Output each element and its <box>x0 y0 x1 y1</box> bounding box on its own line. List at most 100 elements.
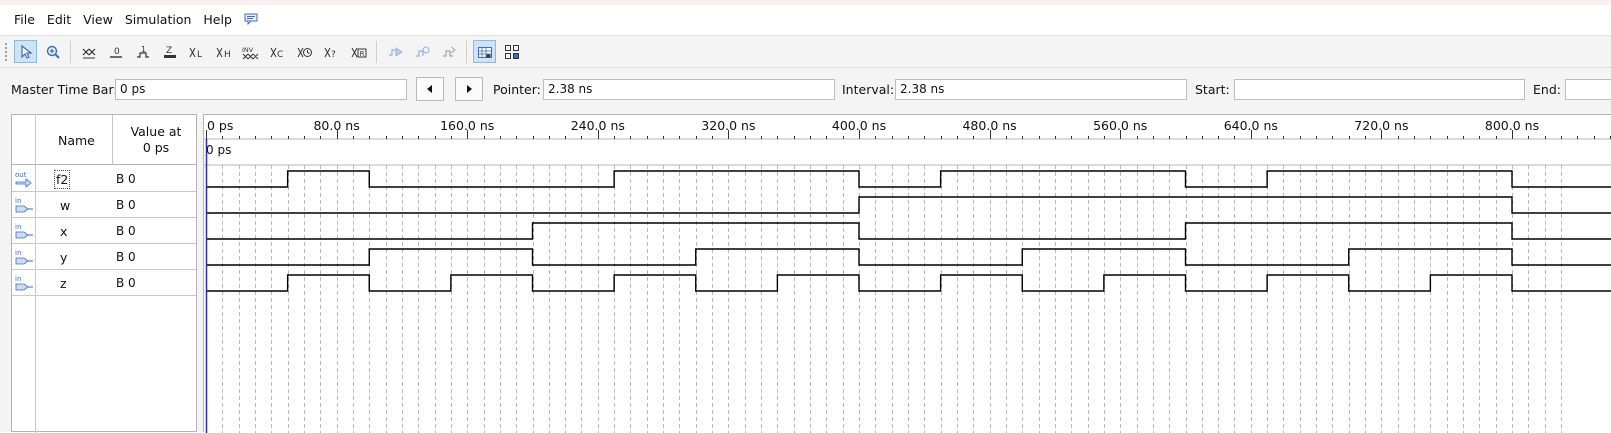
count-value-button[interactable]: C <box>266 40 289 63</box>
generate-netlist-icon <box>442 46 456 57</box>
master-time-bar-field[interactable]: 0 ps <box>115 79 407 100</box>
menu-help[interactable]: Help <box>197 12 238 27</box>
signal-row-x[interactable]: in x B 0 <box>12 218 196 244</box>
clock-button[interactable] <box>293 40 316 63</box>
zoom-tool-button[interactable] <box>41 40 64 63</box>
menu-simulation[interactable]: Simulation <box>119 12 198 27</box>
run-timing-simulation-button[interactable] <box>410 40 433 63</box>
signal-row-w[interactable]: in w B 0 <box>12 192 196 218</box>
forcing-low-icon: 0 <box>109 47 122 58</box>
count-value-icon: C <box>270 47 283 60</box>
grid-icon <box>504 44 519 59</box>
master-time-bar-marker-label: 0 ps <box>206 143 231 157</box>
signal-value: B 0 <box>116 172 136 186</box>
svg-text:in: in <box>15 223 21 231</box>
invert-icon: INV <box>242 46 258 59</box>
signal-name: f2 <box>53 170 71 189</box>
toolbar-separator <box>70 40 71 63</box>
svg-text:in: in <box>15 197 21 205</box>
value-header-line1: Value at <box>130 124 182 139</box>
zoom-tool-icon <box>46 45 60 59</box>
output-pin-icon: out <box>15 171 32 188</box>
signal-row-y[interactable]: in y B 0 <box>12 244 196 270</box>
svg-text:C: C <box>277 50 283 60</box>
selection-tool-button[interactable] <box>14 40 37 63</box>
signal-names-panel: Name Value at 0 ps out f2 B 0 in w B 0 i… <box>11 114 197 433</box>
value-header-line2: 0 ps <box>142 140 170 155</box>
svg-text:0: 0 <box>114 47 120 57</box>
interval-label: Interval: <box>842 82 895 97</box>
arbitrary-value-icon: ? <box>324 47 336 60</box>
selection-tool-icon <box>20 44 33 59</box>
run-functional-simulation-button[interactable] <box>383 40 406 63</box>
feedback-icon[interactable] <box>244 13 258 25</box>
waveform-toolbar: 0 1 Z L H INV C ? R <box>0 35 1611 68</box>
ruler-tick-label: 480.0 ns <box>962 118 1016 133</box>
weak-low-icon: L <box>189 47 202 60</box>
toolbar-grip[interactable] <box>4 41 8 62</box>
master-time-bar-label: Master Time Bar: <box>11 82 118 97</box>
start-field[interactable] <box>1234 79 1525 100</box>
svg-text:out: out <box>15 171 27 179</box>
input-pin-icon: in <box>15 197 33 213</box>
forcing-high-button[interactable]: 1 <box>131 40 154 63</box>
svg-text:Z: Z <box>166 46 172 56</box>
signal-row-z[interactable]: in z B 0 <box>12 270 196 296</box>
names-header: Name Value at 0 ps <box>12 115 196 165</box>
toolbar-separator <box>376 40 377 63</box>
signal-name: x <box>60 224 68 239</box>
name-column-header[interactable]: Name <box>58 133 95 148</box>
svg-text:L: L <box>197 50 202 60</box>
forcing-unknown-icon <box>82 48 95 58</box>
svg-text:in: in <box>15 275 21 283</box>
clock-icon <box>297 47 312 57</box>
end-field[interactable] <box>1565 79 1611 100</box>
menu-view[interactable]: View <box>77 12 119 27</box>
previous-transition-button[interactable] <box>416 77 444 101</box>
arrow-left-icon <box>427 85 432 93</box>
svg-text:H: H <box>224 50 231 60</box>
interval-field[interactable]: 2.38 ns <box>895 79 1187 100</box>
ruler-tick-label: 240.0 ns <box>571 118 625 133</box>
svg-text:R: R <box>359 49 364 57</box>
generate-netlist-button[interactable] <box>437 40 460 63</box>
ruler-tick-label: 800.0 ns <box>1485 118 1539 133</box>
weak-high-button[interactable]: H <box>212 40 235 63</box>
menu-edit[interactable]: Edit <box>41 12 77 27</box>
ruler-tick-label: 720.0 ns <box>1354 118 1408 133</box>
ruler-tick-label: 400.0 ns <box>832 118 886 133</box>
arbitrary-value-button[interactable]: ? <box>320 40 343 63</box>
run-timing-simulation-icon <box>415 46 429 57</box>
signal-value: B 0 <box>116 276 136 290</box>
forcing-high-icon: 1 <box>136 45 149 58</box>
forcing-low-button[interactable]: 0 <box>104 40 127 63</box>
svg-text:INV: INV <box>242 46 254 54</box>
grid-button[interactable] <box>500 40 523 63</box>
waveform-panel[interactable]: 0 ps 80.0 ns 160.0 ns 240.0 ns 320.0 ns 400.0… <box>203 114 1611 433</box>
pointer-field[interactable]: 2.38 ns <box>543 79 835 100</box>
svg-text:?: ? <box>331 50 336 60</box>
signal-name: y <box>60 250 68 265</box>
menu-file[interactable]: File <box>8 12 41 27</box>
time-bar: Master Time Bar: 0 ps Pointer: 2.38 ns I… <box>0 68 1611 112</box>
weak-high-icon: H <box>216 47 231 60</box>
weak-low-button[interactable]: L <box>185 40 208 63</box>
menu-bar: File Edit View Simulation Help <box>0 5 1611 33</box>
run-functional-simulation-icon <box>388 46 403 57</box>
forcing-high-impedance-icon: Z <box>163 46 176 58</box>
input-pin-icon: in <box>15 223 33 239</box>
signal-row-f2[interactable]: out f2 B 0 <box>12 166 196 192</box>
snap-to-grid-button[interactable] <box>473 40 496 63</box>
signal-value: B 0 <box>116 250 136 264</box>
end-label: End: <box>1533 82 1561 97</box>
forcing-unknown-button[interactable] <box>77 40 100 63</box>
random-value-button[interactable]: R <box>347 40 370 63</box>
signal-name: z <box>60 276 67 291</box>
input-pin-icon: in <box>15 249 33 265</box>
next-transition-button[interactable] <box>455 77 483 101</box>
value-column-header[interactable]: Value at 0 ps <box>116 124 196 156</box>
invert-button[interactable]: INV <box>239 40 262 63</box>
start-label: Start: <box>1195 82 1230 97</box>
waveform-canvas[interactable]: 0 ps 80.0 ns 160.0 ns 240.0 ns 320.0 ns 400.0… <box>204 115 1611 433</box>
forcing-high-impedance-button[interactable]: Z <box>158 40 181 63</box>
